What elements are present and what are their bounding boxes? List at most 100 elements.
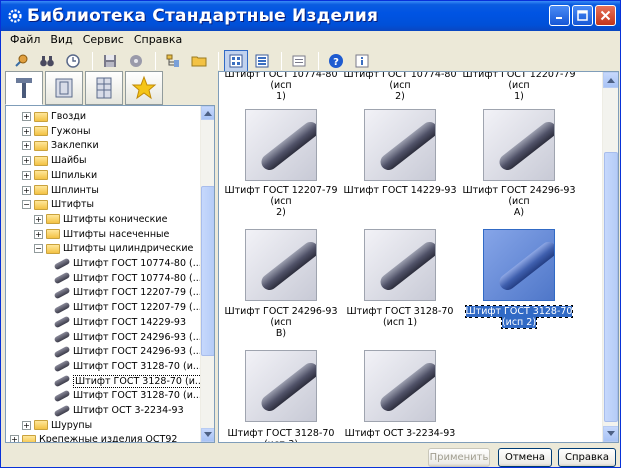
tree-folder[interactable]: + Гвозди	[22, 109, 86, 124]
expand-icon[interactable]: +	[22, 420, 31, 430]
help-icon[interactable]: ?	[324, 50, 348, 72]
menu-service[interactable]: Сервис	[78, 31, 129, 49]
tree-item[interactable]: Штифт ГОСТ 12207-79 (...	[53, 285, 202, 300]
thumbnail-caption[interactable]: Штифт ОСТ 3-2234-93	[341, 428, 459, 439]
save-icon[interactable]	[98, 50, 122, 72]
tree-folder[interactable]: + Гужоны	[22, 124, 91, 139]
close-button[interactable]	[595, 5, 616, 26]
menu-bar: Файл Вид Сервис Справка	[1, 31, 620, 49]
scroll-up-arrow-icon[interactable]	[201, 106, 214, 120]
thumbnail-caption[interactable]: Штифт ГОСТ 3128-70 (исп 1)	[341, 306, 459, 328]
tree-item[interactable]: Штифт ГОСТ 3128-70 (и...	[53, 388, 202, 403]
folder-icon	[22, 434, 36, 442]
menu-file[interactable]: Файл	[5, 31, 45, 49]
tree-item[interactable]: Штифт ГОСТ 10774-80 (...	[53, 256, 202, 271]
gallery-scroll-thumb[interactable]	[604, 152, 618, 422]
thumbnail-caption[interactable]: Штифт ГОСТ 3128-70 (исп 3)	[222, 428, 340, 442]
menu-view[interactable]: Вид	[45, 31, 77, 49]
thumbnail-caption[interactable]: Штифт ГОСТ 3128-70 (исп 2)	[460, 305, 578, 329]
thumbnail-caption[interactable]: Штифт ГОСТ 14229-93	[341, 185, 459, 196]
tree-folder[interactable]: + Штифты насеченные	[34, 227, 169, 242]
tree-item-label: Штифт ГОСТ 24296-93 (...	[73, 346, 202, 358]
pin-thumbnail-image[interactable]	[364, 109, 436, 181]
tree-item[interactable]: Штифт ГОСТ 3128-70 (и...	[53, 374, 202, 389]
expand-icon[interactable]: +	[22, 126, 31, 136]
tree-folder[interactable]: + Шплинты	[22, 183, 99, 198]
tree-scroll-thumb[interactable]	[201, 186, 214, 356]
tree-item[interactable]: Штифт ГОСТ 24296-93 (...	[53, 344, 202, 359]
title-bar[interactable]: Библиотека Стандартные Изделия	[1, 1, 620, 31]
pin-thumbnail-image[interactable]	[245, 350, 317, 422]
expand-icon[interactable]: +	[22, 156, 31, 166]
tree-item[interactable]: Штифт ГОСТ 14229-93	[53, 315, 186, 330]
binoculars-icon[interactable]	[35, 50, 59, 72]
collapse-icon[interactable]: −	[34, 244, 43, 254]
disk-icon[interactable]	[124, 50, 148, 72]
clock-icon[interactable]	[61, 50, 85, 72]
pin-thumbnail-image[interactable]	[483, 229, 555, 301]
expand-icon[interactable]: +	[22, 141, 31, 151]
tree-item[interactable]: Штифт ГОСТ 10774-80 (...	[53, 271, 202, 286]
tree-folder[interactable]: + Шайбы	[22, 153, 87, 168]
tree-item[interactable]: Штифт ГОСТ 24296-93 (...	[53, 330, 202, 345]
tree-item[interactable]: Штифт ОСТ 3-2234-93	[53, 403, 184, 418]
tab-tree[interactable]	[5, 71, 43, 105]
expand-icon[interactable]: +	[34, 214, 43, 224]
star-icon	[131, 75, 157, 100]
info-icon[interactable]	[350, 50, 374, 72]
tree-folder[interactable]: + Крепежные изделия ОСТ92	[10, 432, 177, 442]
tree-item[interactable]: Штифт ГОСТ 3128-70 (и...	[53, 359, 202, 374]
pin-thumbnail-image[interactable]	[483, 109, 555, 181]
list-icon[interactable]	[250, 50, 274, 72]
pin-thumbnail-image[interactable]	[364, 350, 436, 422]
pin-shape	[258, 238, 316, 294]
folder-icon	[34, 420, 48, 431]
maximize-button[interactable]	[572, 5, 593, 26]
pin-thumbnail-image[interactable]	[364, 229, 436, 301]
pin-thumbnail-image[interactable]	[245, 109, 317, 181]
thumbnail-caption[interactable]: Штифт ГОСТ 24296-93 (исп В)	[222, 306, 340, 339]
expand-icon[interactable]: +	[34, 229, 43, 239]
folder-icon	[34, 111, 48, 122]
tree-folder[interactable]: − Штифты	[22, 197, 94, 212]
scroll-down-arrow-icon[interactable]	[201, 428, 214, 442]
tree-folder[interactable]: − Штифты цилиндрические	[34, 241, 193, 256]
tree-scrollbar[interactable]	[200, 106, 214, 442]
details-icon[interactable]	[287, 50, 311, 72]
pin-thumbnail-image[interactable]	[245, 229, 317, 301]
large-icons-icon[interactable]	[224, 50, 248, 72]
folder-icon[interactable]	[187, 50, 211, 72]
cancel-button[interactable]: Отмена	[498, 448, 552, 467]
thumbnail-caption[interactable]: Штифт ГОСТ 10774-80 (исп 2)	[341, 72, 459, 102]
expand-icon[interactable]: +	[10, 435, 19, 442]
tree-item-label: Штифты конические	[63, 213, 168, 225]
apply-button[interactable]: Применить	[428, 448, 490, 467]
scroll-up-arrow-icon[interactable]	[603, 72, 618, 88]
expand-icon[interactable]: +	[22, 112, 31, 121]
folder-icon	[34, 170, 48, 181]
tab-favorites[interactable]	[125, 71, 163, 105]
tree-item-label: Штифт ГОСТ 3128-70 (и...	[73, 360, 202, 372]
tree-folder[interactable]: + Заклепки	[22, 138, 99, 153]
tree-folder[interactable]: + Штифты конические	[34, 212, 167, 227]
tree-folder[interactable]: + Шпильки	[22, 168, 97, 183]
thumbnail-caption[interactable]: Штифт ГОСТ 12207-79 (исп 2)	[222, 185, 340, 218]
tree-icon[interactable]	[161, 50, 185, 72]
help-button[interactable]: Справка	[558, 448, 616, 467]
tab-catalog[interactable]	[45, 71, 83, 105]
thumbnail-caption[interactable]: Штифт ГОСТ 24296-93 (исп А)	[460, 185, 578, 218]
pin-icon	[53, 315, 71, 329]
tree-folder[interactable]: + Шурупы	[22, 418, 92, 433]
tree-item[interactable]: Штифт ГОСТ 12207-79 (...	[53, 300, 202, 315]
collapse-icon[interactable]: −	[22, 200, 31, 210]
thumbnail-caption[interactable]: Штифт ГОСТ 12207-79 (исп 1)	[460, 72, 578, 102]
expand-icon[interactable]: +	[22, 170, 31, 180]
gallery-scrollbar[interactable]	[602, 72, 618, 442]
thumbnail-caption[interactable]: Штифт ГОСТ 10774-80 (исп 1)	[222, 72, 340, 102]
minimize-button[interactable]	[549, 5, 570, 26]
scroll-down-arrow-icon[interactable]	[603, 426, 618, 442]
expand-icon[interactable]: +	[22, 185, 31, 195]
pin-icon[interactable]	[9, 50, 33, 72]
tab-parts[interactable]	[85, 71, 123, 105]
menu-help[interactable]: Справка	[129, 31, 187, 49]
